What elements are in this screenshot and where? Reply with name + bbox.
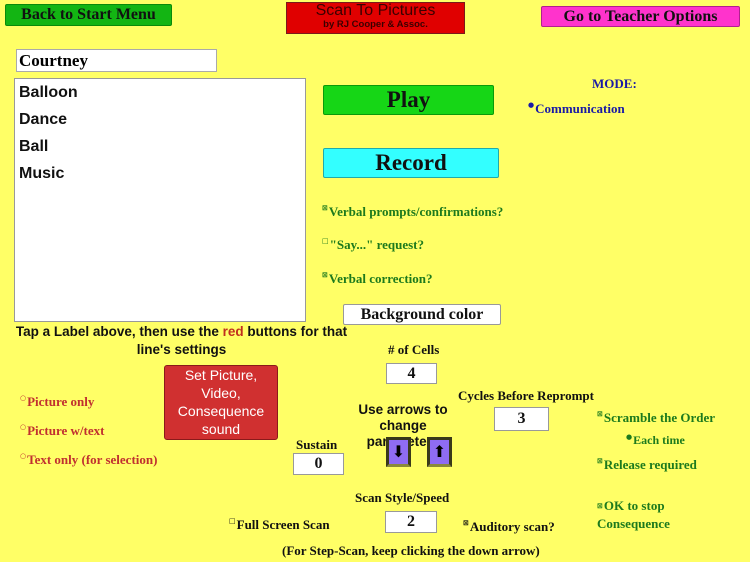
- checkbox-label: Full Screen Scan: [236, 517, 330, 532]
- mode-label: MODE:: [592, 76, 637, 91]
- checkbox-label: Auditory scan?: [469, 519, 555, 534]
- instructions-text: Tap a Label above, then use the red butt…: [14, 323, 349, 359]
- up-arrow-button[interactable]: ⬆: [427, 437, 452, 467]
- mode-option-label: Communication: [535, 101, 625, 116]
- app-title: Scan To Pictures: [315, 2, 436, 19]
- mode-option-communication[interactable]: ●Communication: [528, 101, 625, 117]
- checkbox-checked-icon: ⊠: [597, 410, 603, 418]
- scan-speed-value-field[interactable]: 2: [385, 511, 437, 533]
- instructions-red-word: red: [222, 324, 244, 339]
- down-arrow-icon: ⬇: [391, 442, 406, 461]
- radio-label: Text only (for selection): [27, 452, 158, 467]
- checkbox-unchecked-icon: □: [322, 237, 329, 245]
- release-required-checkbox[interactable]: ⊠Release required: [597, 457, 697, 473]
- radio-unselected-icon: ○: [20, 423, 27, 431]
- list-item[interactable]: Balloon: [15, 79, 305, 106]
- radio-selected-icon: ●: [626, 433, 633, 441]
- checkbox-label: Release required: [603, 457, 697, 472]
- radio-unselected-icon: ○: [20, 452, 27, 460]
- checkbox-label: OK to stop Consequence: [597, 498, 670, 531]
- checkbox-unchecked-icon: □: [229, 517, 236, 525]
- teacher-options-button[interactable]: Go to Teacher Options: [541, 6, 740, 27]
- verbal-correction-checkbox[interactable]: ⊠Verbal correction?: [322, 271, 433, 287]
- radio-label: Picture only: [27, 394, 95, 409]
- verbal-prompts-checkbox[interactable]: ⊠Verbal prompts/confirmations?: [322, 204, 503, 220]
- sustain-label: Sustain: [296, 437, 338, 452]
- play-button[interactable]: Play: [323, 85, 494, 115]
- radio-label: Each time: [633, 433, 685, 447]
- radio-unselected-icon: ○: [20, 394, 27, 402]
- radio-label: Picture w/text: [27, 423, 105, 438]
- checkbox-label: "Say..." request?: [329, 237, 424, 252]
- list-item[interactable]: Dance: [15, 106, 305, 133]
- cells-value-field[interactable]: 4: [386, 363, 437, 384]
- ok-to-stop-checkbox[interactable]: ⊠OK to stop Consequence: [597, 497, 707, 533]
- labels-list[interactable]: Balloon Dance Ball Music: [14, 78, 306, 322]
- down-arrow-button[interactable]: ⬇: [386, 437, 411, 467]
- checkbox-label: Verbal prompts/confirmations?: [328, 204, 504, 219]
- cells-label: # of Cells: [388, 342, 440, 357]
- scan-style-label: Scan Style/Speed: [355, 490, 450, 505]
- picture-only-radio[interactable]: ○Picture only: [20, 394, 94, 410]
- step-scan-note: (For Step-Scan, keep clicking the down a…: [282, 543, 540, 558]
- checkbox-checked-icon: ⊠: [597, 502, 603, 510]
- checkbox-checked-icon: ⊠: [463, 519, 469, 527]
- each-time-radio[interactable]: ●Each time: [626, 433, 685, 448]
- cycles-value-field[interactable]: 3: [494, 407, 549, 431]
- checkbox-label: Verbal correction?: [328, 271, 433, 286]
- list-item[interactable]: Music: [15, 160, 305, 187]
- app-subtitle: by RJ Cooper & Assoc.: [323, 19, 428, 30]
- up-arrow-icon: ⬆: [432, 442, 447, 461]
- checkbox-checked-icon: ⊠: [597, 457, 603, 465]
- checkbox-checked-icon: ⊠: [322, 271, 328, 279]
- set-picture-video-sound-button[interactable]: Set Picture, Video, Consequence sound: [164, 365, 278, 440]
- record-button[interactable]: Record: [323, 148, 499, 178]
- app-title-banner: Scan To Pictures by RJ Cooper & Assoc.: [286, 2, 465, 34]
- instructions-part1: Tap a Label above, then use the: [15, 324, 223, 339]
- text-only-radio[interactable]: ○Text only (for selection): [20, 452, 157, 468]
- cycles-label: Cycles Before Reprompt: [458, 388, 594, 403]
- full-screen-scan-checkbox[interactable]: □Full Screen Scan: [229, 517, 330, 533]
- checkbox-checked-icon: ⊠: [322, 204, 328, 212]
- scramble-order-checkbox[interactable]: ⊠Scramble the Order: [597, 410, 715, 426]
- say-request-checkbox[interactable]: □"Say..." request?: [322, 237, 424, 253]
- picture-with-text-radio[interactable]: ○Picture w/text: [20, 423, 104, 439]
- checkbox-label: Scramble the Order: [603, 410, 716, 425]
- auditory-scan-checkbox[interactable]: ⊠Auditory scan?: [463, 519, 555, 535]
- list-item[interactable]: Ball: [15, 133, 305, 160]
- background-color-button[interactable]: Background color: [343, 304, 501, 325]
- back-to-start-menu-button[interactable]: Back to Start Menu: [5, 4, 172, 26]
- sustain-value-field[interactable]: 0: [293, 453, 344, 475]
- user-name-field[interactable]: Courtney: [16, 49, 217, 72]
- radio-selected-icon: ●: [528, 101, 535, 109]
